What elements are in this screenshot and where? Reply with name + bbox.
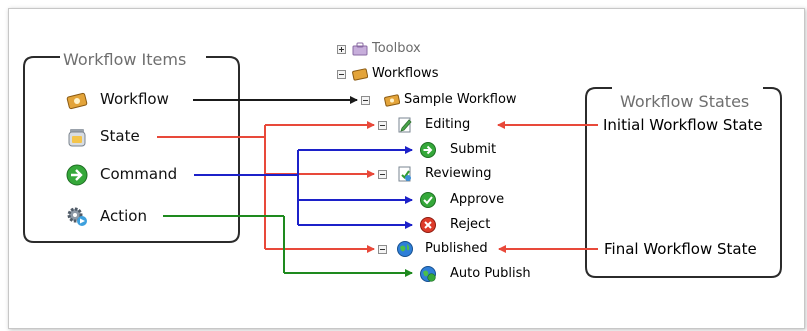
workflows-folder-icon [352, 66, 369, 82]
state-connectors [157, 121, 375, 253]
tree-item-toolbox[interactable]: Toolbox [372, 41, 421, 56]
workflow-icon [66, 89, 88, 111]
toolbox-icon [352, 41, 368, 57]
state-jar-icon [66, 126, 88, 148]
collapse-reviewing-icon[interactable] [378, 170, 387, 179]
expand-toolbox-icon[interactable] [337, 45, 346, 54]
tree-item-reviewing[interactable]: Reviewing [425, 166, 492, 181]
state-item-label: State [100, 127, 140, 145]
workflow-icon [384, 92, 401, 108]
collapse-workflows-icon[interactable] [337, 70, 346, 79]
collapse-published-icon[interactable] [378, 245, 387, 254]
state-edit-icon [397, 117, 413, 133]
command-arrow-icon [420, 142, 436, 158]
reject-x-icon [420, 217, 436, 233]
final-state-label: Final Workflow State [604, 240, 757, 258]
tree-item-submit[interactable]: Submit [450, 142, 496, 157]
workflow-states-title: Workflow States [620, 92, 750, 111]
action-item-label: Action [100, 207, 147, 225]
tree-item-reject[interactable]: Reject [450, 217, 490, 232]
state-review-icon [397, 166, 413, 182]
command-item-label: Command [100, 165, 178, 183]
collapse-sample-workflow-icon[interactable] [361, 96, 370, 105]
auto-publish-icon [420, 266, 436, 282]
approve-check-icon [420, 192, 436, 208]
workflow-items-title: Workflow Items [63, 50, 187, 69]
tree-item-editing[interactable]: Editing [425, 117, 470, 132]
action-gear-icon [66, 205, 88, 227]
tree-item-approve[interactable]: Approve [450, 192, 504, 207]
tree-item-workflows[interactable]: Workflows [372, 66, 438, 81]
diagram-canvas: Workflow Items Workflow State Command Ac… [0, 0, 807, 331]
tree-item-sample-workflow[interactable]: Sample Workflow [404, 92, 517, 107]
initial-state-label: Initial Workflow State [603, 116, 763, 134]
command-arrow-icon [66, 164, 88, 186]
tree-item-auto-publish[interactable]: Auto Publish [450, 266, 531, 281]
command-connectors [194, 146, 413, 229]
collapse-editing-icon[interactable] [378, 121, 387, 130]
tree-item-published[interactable]: Published [425, 241, 488, 256]
workflow-item-label: Workflow [100, 90, 169, 108]
globe-icon [397, 241, 413, 257]
